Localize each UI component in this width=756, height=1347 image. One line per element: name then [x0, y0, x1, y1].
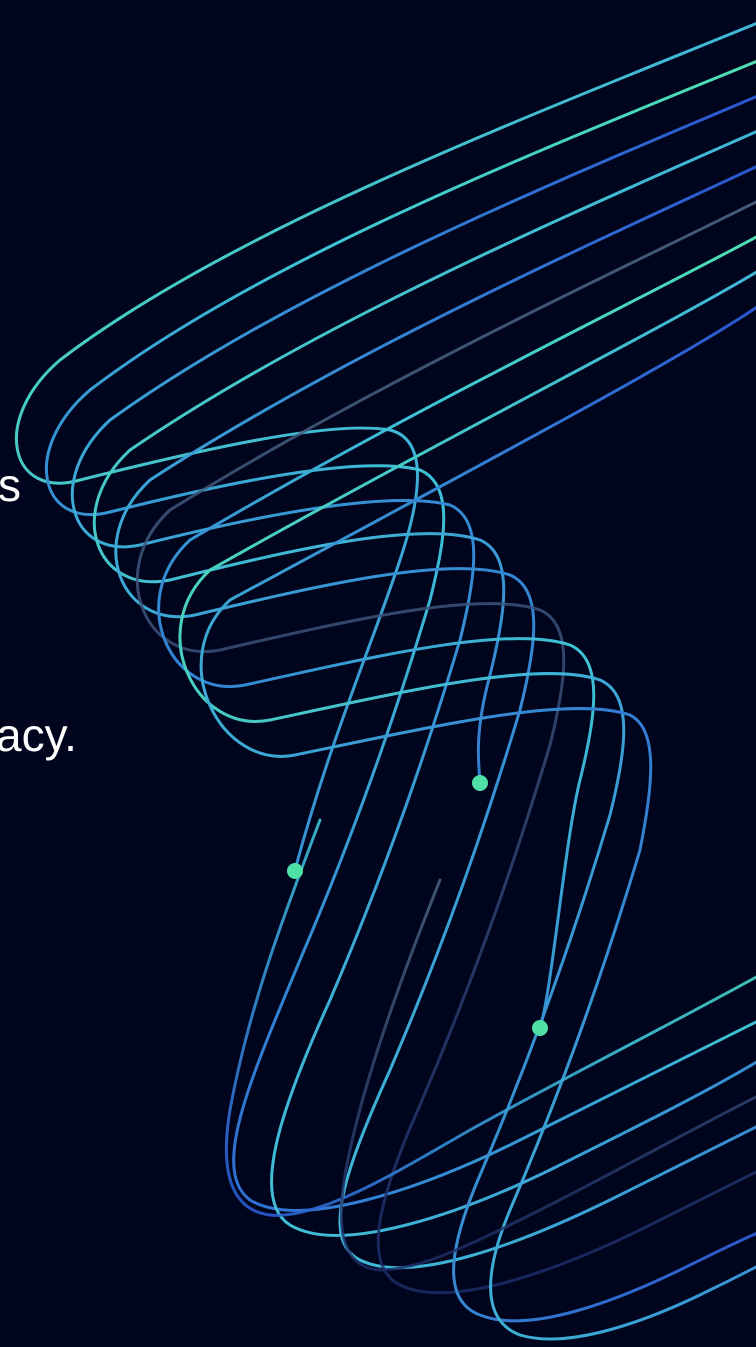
wave-lines-graphic — [14, 22, 756, 1341]
wave-line — [199, 305, 756, 1341]
wave-line — [339, 878, 756, 1272]
slide-canvas: s acy. — [0, 0, 756, 1347]
node-dot — [532, 1020, 548, 1036]
wave-line — [157, 235, 756, 1030]
wave-line — [44, 60, 756, 1212]
node-dot — [472, 775, 488, 791]
wave-line — [70, 95, 756, 1237]
cropped-text-fragment: acy. — [0, 709, 77, 761]
wave-line — [14, 22, 756, 872]
wave-line — [224, 818, 756, 1217]
node-dot — [287, 863, 303, 879]
cropped-text-fragment: s — [0, 459, 21, 511]
